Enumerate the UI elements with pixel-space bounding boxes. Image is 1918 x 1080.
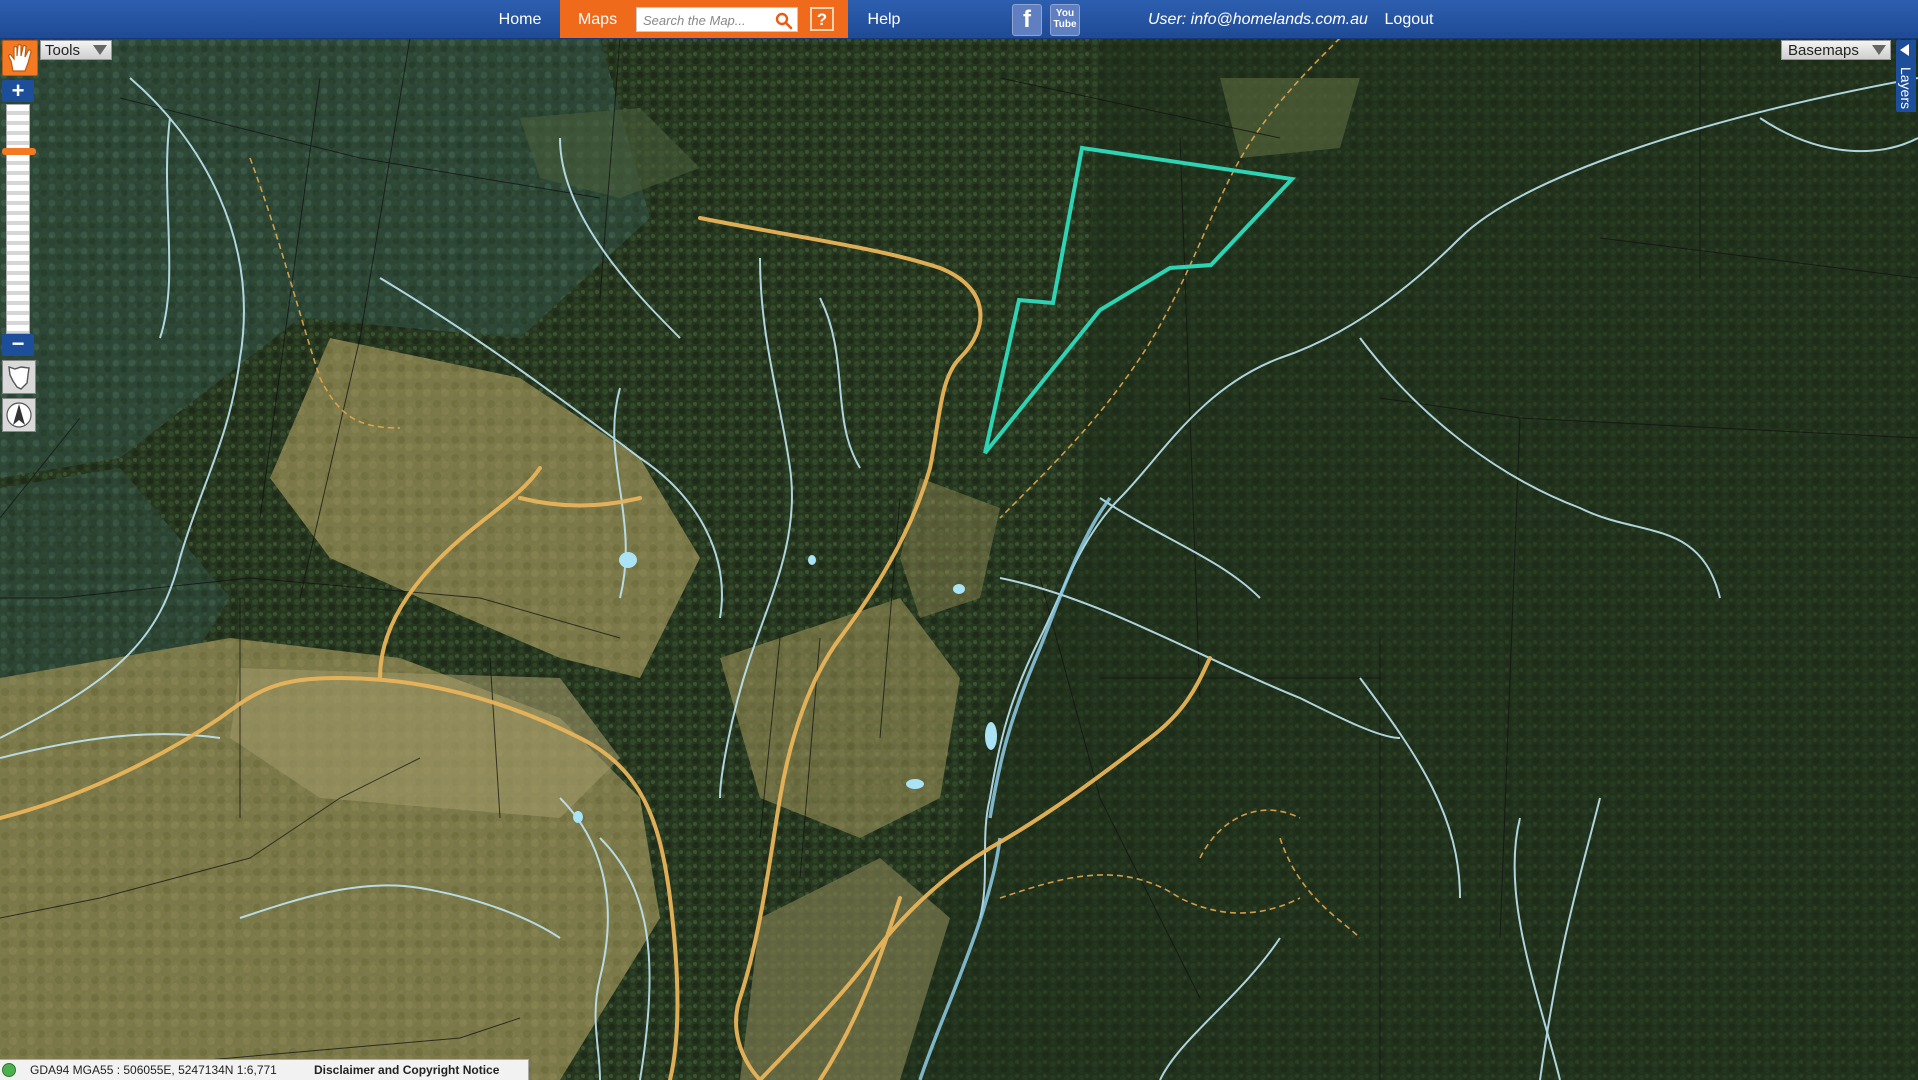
disclaimer-link[interactable]: Disclaimer and Copyright Notice [314,1060,499,1080]
status-globe-icon [2,1063,16,1077]
north-arrow-button[interactable] [2,398,36,432]
facebook-icon-glyph: f [1023,6,1031,33]
search-help-icon[interactable]: ? [810,7,834,31]
facebook-icon[interactable]: f [1012,4,1042,36]
nav-help-link[interactable]: Help [848,0,920,38]
map-canvas[interactable] [0,38,1918,1080]
pan-tool-button[interactable] [2,40,38,76]
map-search-box [636,7,798,32]
compass-icon [6,402,32,428]
maps-section: Maps ? [560,0,848,38]
aerial-imagery [0,38,1918,1080]
nav-home-link[interactable]: Home [480,0,560,38]
status-bar: GDA94 MGA55 : 506055E, 5247134N 1:6,771 … [0,1059,529,1080]
top-navigation-bar: Home Maps ? Help f You Tube User: info@h… [0,0,1918,39]
chevron-down-icon [93,45,107,55]
chevron-left-icon [1900,44,1909,56]
basemaps-label: Basemaps [1788,42,1859,59]
tools-dropdown[interactable]: Tools [40,40,112,60]
coordinate-readout: GDA94 MGA55 : 506055E, 5247134N 1:6,771 [30,1063,277,1077]
pan-hand-icon [8,43,32,72]
tools-label: Tools [45,42,81,59]
zoom-slider-handle[interactable] [2,148,36,155]
zoom-out-button[interactable]: − [2,333,34,356]
full-extent-button[interactable] [2,360,36,394]
search-icon[interactable] [775,12,793,30]
logout-link[interactable]: Logout [1372,0,1446,38]
layers-panel-toggle[interactable]: Layers [1896,40,1916,112]
zoom-slider[interactable] [6,104,30,334]
youtube-icon-glyph: You Tube [1053,8,1077,30]
zoom-in-button[interactable]: + [2,80,34,102]
youtube-icon[interactable]: You Tube [1050,4,1080,36]
tasmania-icon [8,365,30,390]
basemaps-dropdown[interactable]: Basemaps [1781,40,1891,60]
map-search-input[interactable] [641,10,773,31]
user-email-label: User: info@homelands.com.au [1148,11,1368,28]
chevron-down-icon [1872,45,1886,55]
layers-label: Layers [1898,66,1914,110]
nav-maps-link[interactable]: Maps [560,0,635,38]
